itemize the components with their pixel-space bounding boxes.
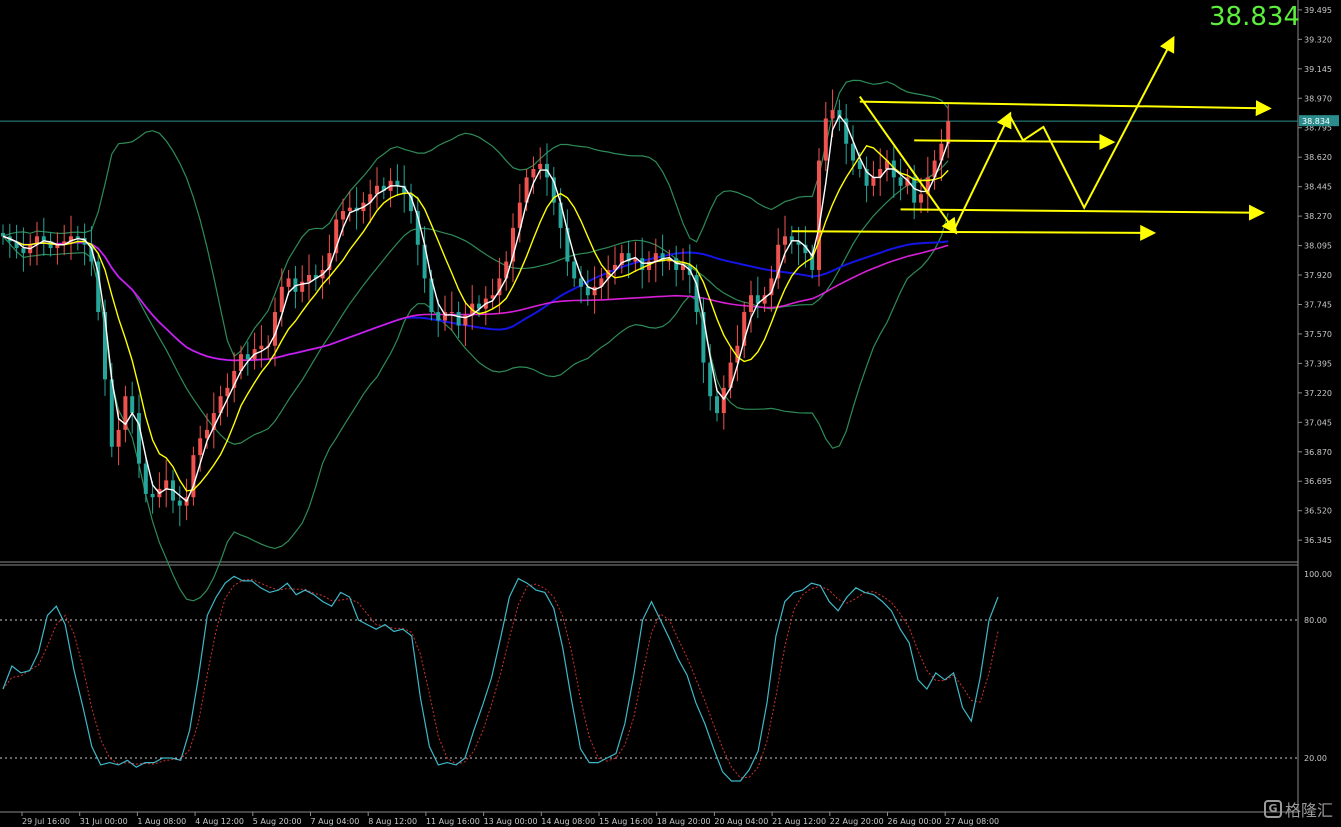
y-tick-label: 38.970 [1304, 94, 1332, 103]
x-tick-label: 31 Jul 00:00 [80, 817, 128, 826]
y-tick-label: 37.745 [1304, 300, 1332, 309]
candle-body [715, 396, 719, 414]
candle-body [395, 180, 400, 186]
candle-body [871, 177, 876, 186]
candle-body [538, 163, 543, 169]
y-tick-label: 37.220 [1304, 389, 1332, 398]
x-tick-label: 5 Aug 20:00 [253, 817, 302, 826]
x-tick-label: 27 Aug 08:00 [945, 817, 999, 826]
stoch-tick-label: 20.00 [1304, 754, 1327, 763]
y-tick-label: 39.495 [1304, 6, 1332, 15]
y-tick-label: 37.920 [1304, 271, 1332, 280]
candle-body [347, 207, 352, 212]
bollinger-lower [2, 212, 949, 602]
x-tick-label: 4 Aug 12:00 [195, 817, 244, 826]
candle-body [708, 362, 713, 397]
candle-body [307, 275, 311, 282]
projection-arrow-horizontal [791, 224, 1157, 241]
candle-body [1, 232, 5, 237]
candle-body [21, 248, 26, 254]
y-tick-label: 36.520 [1304, 507, 1332, 516]
candle-body [783, 236, 787, 245]
candle-body [177, 500, 182, 506]
y-tick-label: 36.695 [1304, 477, 1332, 486]
stoch-main-line [2, 575, 999, 782]
price-chart: 39.49539.32039.14538.97038.79538.62038.4… [0, 0, 1339, 826]
y-tick-label: 36.870 [1304, 448, 1332, 457]
yellow-moving-average [2, 144, 949, 492]
x-tick-label: 7 Aug 04:00 [311, 817, 360, 826]
candle-body [749, 295, 753, 313]
candle-body [456, 312, 461, 326]
candle-body [164, 480, 169, 489]
candle-body [898, 177, 903, 186]
y-tick-label: 38.095 [1304, 242, 1332, 251]
current-price-tag-label: 38.834 [1302, 117, 1330, 126]
x-tick-label: 14 Aug 08:00 [541, 817, 595, 826]
candle-body [830, 110, 835, 119]
x-tick-label: 18 Aug 20:00 [657, 817, 711, 826]
candle-body [150, 493, 155, 498]
candle-body [191, 455, 196, 498]
candle-body [259, 345, 264, 350]
projection-arrow-path [1008, 35, 1175, 210]
blue-moving-average [2, 235, 949, 362]
bollinger-middle [2, 160, 949, 445]
x-tick-label: 8 Aug 12:00 [368, 817, 417, 826]
candle-body [592, 286, 597, 296]
candle-body [919, 194, 923, 203]
x-tick-label: 11 Aug 16:00 [426, 817, 480, 826]
x-tick-label: 15 Aug 16:00 [599, 817, 653, 826]
x-tick-label: 1 Aug 08:00 [137, 817, 186, 826]
candle-body [143, 463, 148, 494]
y-tick-label: 36.345 [1304, 536, 1332, 545]
x-tick-label: 13 Aug 00:00 [484, 817, 538, 826]
candle-body [198, 438, 203, 456]
y-tick-label: 39.320 [1304, 35, 1332, 44]
white-moving-average [2, 114, 949, 503]
x-tick-label: 21 Aug 12:00 [772, 817, 826, 826]
chart-area: 39.495 39.320 39.145 38.970 38.795 38.620 38.4… [0, 0, 1341, 827]
candle-body [572, 261, 577, 279]
projection-arrow-horizontal [859, 100, 1272, 117]
candle-body [130, 396, 135, 414]
projection-arrow-horizontal [900, 204, 1265, 221]
y-tick-label: 39.145 [1304, 65, 1332, 74]
watermark-brand: 格隆汇 [1284, 801, 1333, 820]
magenta-moving-average [2, 235, 949, 362]
x-tick-label: 22 Aug 20:00 [830, 817, 884, 826]
candle-body [531, 168, 536, 178]
stoch-tick-label: 100.00 [1304, 570, 1332, 579]
candle-body [449, 312, 454, 314]
candle-body [75, 236, 80, 238]
y-tick-label: 38.445 [1304, 183, 1332, 192]
stoch-signal-line [2, 578, 999, 779]
x-tick-label: 29 Jul 16:00 [22, 817, 70, 826]
x-tick-label: 26 Aug 00:00 [888, 817, 942, 826]
candle-body [579, 278, 583, 287]
candle-body [137, 413, 141, 464]
stoch-tick-label: 80.00 [1304, 616, 1327, 625]
y-tick-label: 38.270 [1304, 212, 1332, 221]
candle-body [721, 387, 726, 414]
brand-logo-icon: G [1263, 800, 1282, 818]
watermark: G 格隆汇 [1263, 797, 1333, 821]
current-price-label: 38.834 [1209, 2, 1300, 32]
y-tick-label: 37.395 [1304, 359, 1332, 368]
candle-body [341, 211, 345, 220]
candle-body [912, 177, 917, 203]
candle-body [116, 429, 121, 447]
y-tick-label: 37.570 [1304, 330, 1332, 339]
y-tick-label: 38.620 [1304, 153, 1332, 162]
candle-body [245, 354, 250, 360]
x-tick-label: 20 Aug 04:00 [714, 817, 768, 826]
y-tick-label: 37.045 [1304, 418, 1332, 427]
candle-body [823, 118, 828, 161]
candle-body [286, 278, 291, 287]
projection-arrow-horizontal [914, 133, 1116, 150]
candle-body [436, 312, 441, 321]
